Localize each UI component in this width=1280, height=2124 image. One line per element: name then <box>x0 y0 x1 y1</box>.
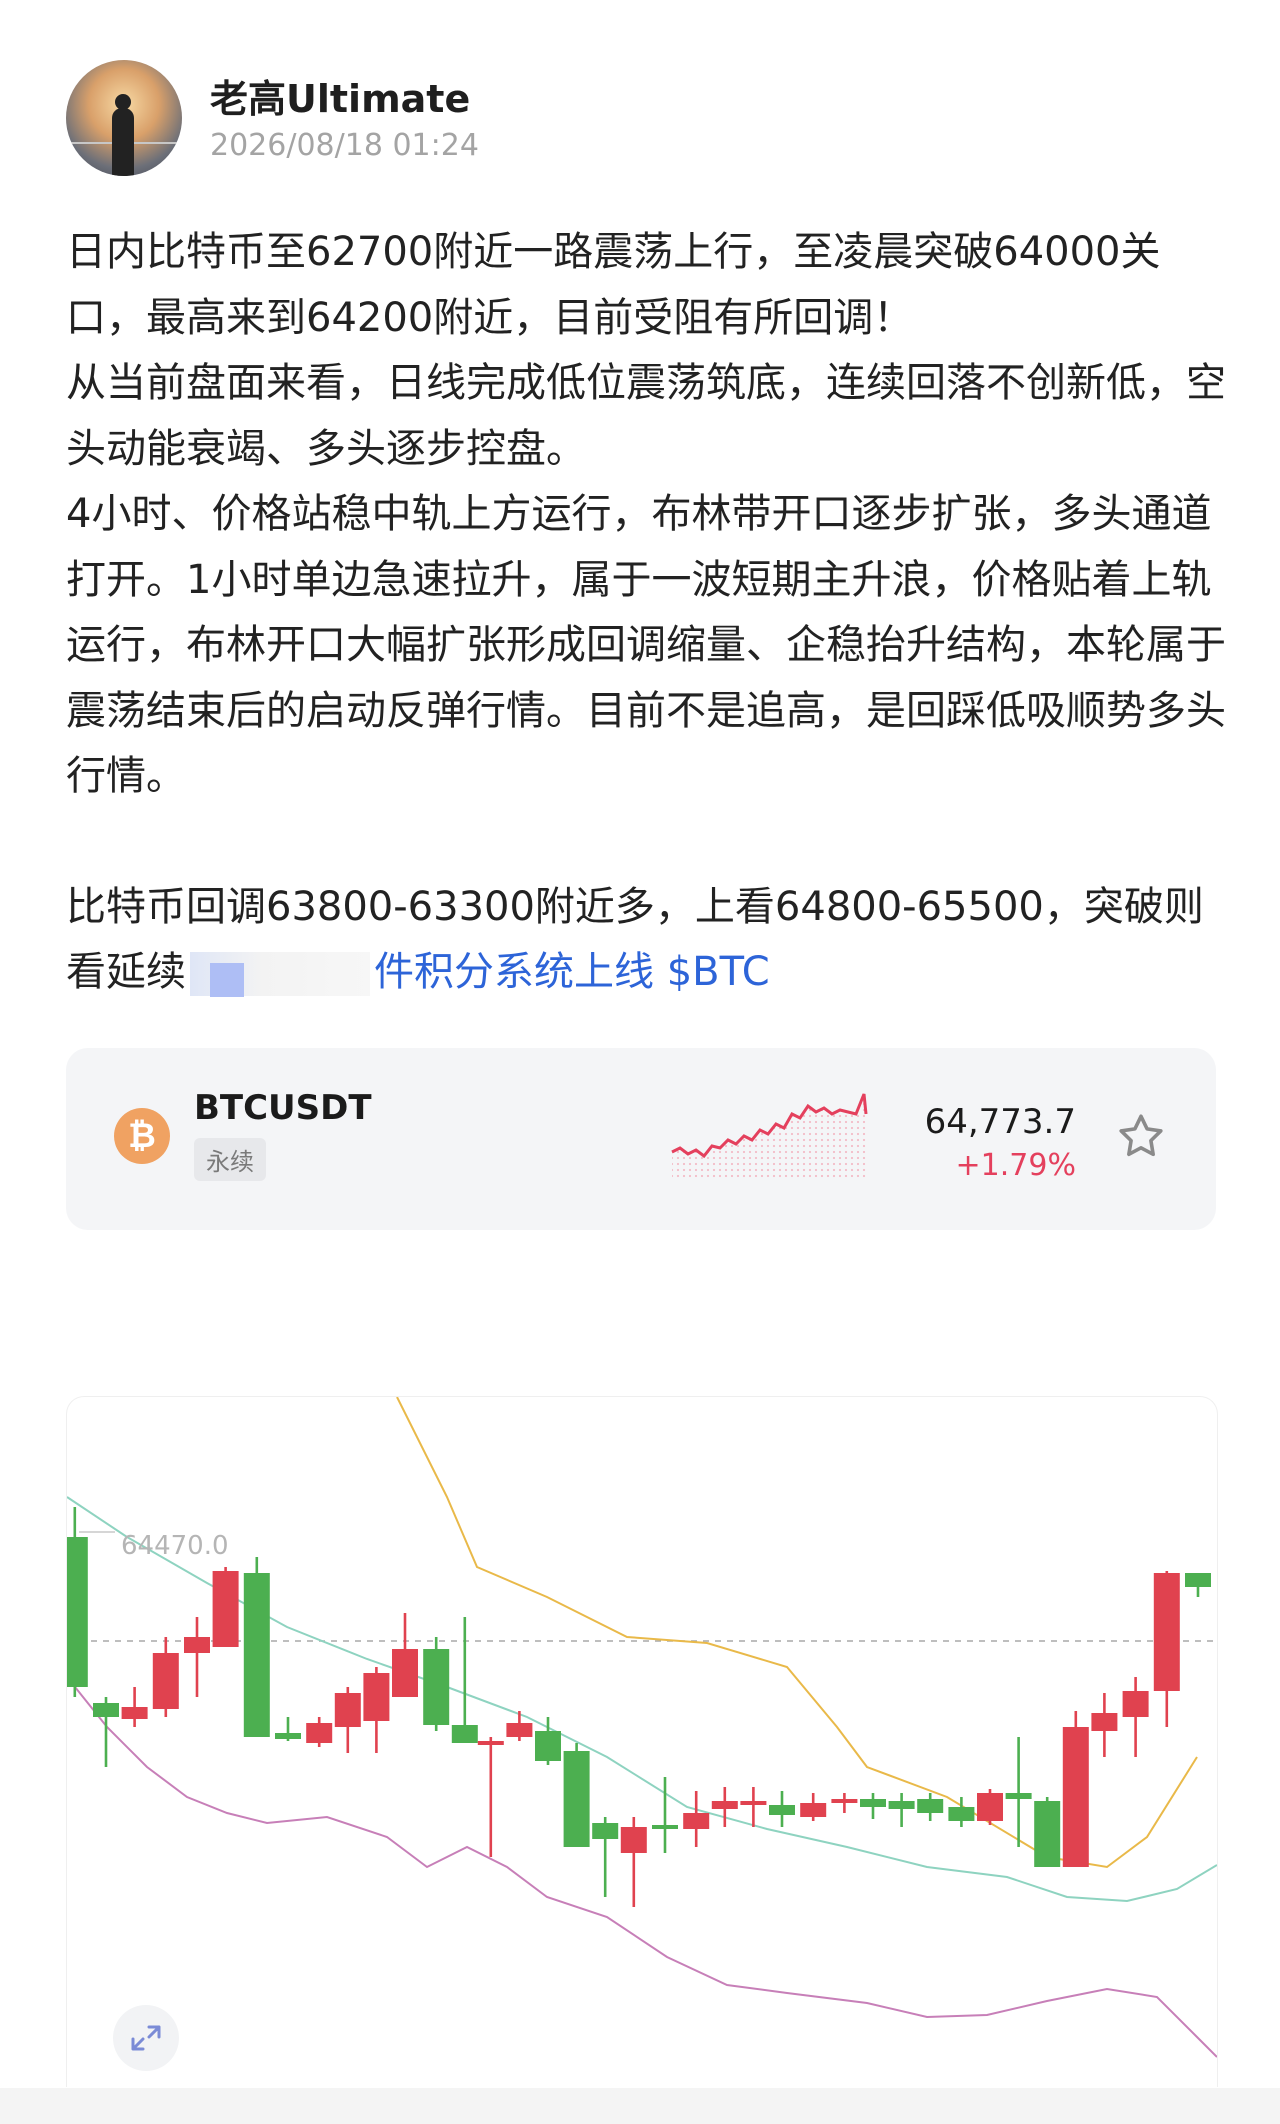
contract-type-badge: 永续 <box>194 1138 266 1181</box>
favorite-star-icon[interactable] <box>1114 1110 1168 1164</box>
candle-body <box>506 1723 533 1737</box>
price-sparkline <box>671 1093 868 1180</box>
candle-body <box>212 1571 239 1647</box>
candle-body <box>423 1649 450 1725</box>
candle-body <box>67 1537 88 1687</box>
candle-body <box>1185 1573 1211 1587</box>
candle-body <box>275 1733 301 1739</box>
candle-body <box>1062 1727 1089 1867</box>
candle-body <box>363 1673 390 1721</box>
candle-body <box>592 1823 619 1839</box>
ticker-price: 64,773.7 <box>924 1102 1076 1142</box>
ticker-change: +1.79% <box>955 1148 1076 1183</box>
post-paragraph: 日内比特币至62700附近一路震荡上行，至凌晨突破64000关口，最高来到642… <box>66 229 1161 341</box>
post-body: 日内比特币至62700附近一路震荡上行，至凌晨突破64000关口，最高来到642… <box>66 220 1226 1006</box>
candle-body <box>152 1653 179 1709</box>
candle-body <box>976 1793 1003 1821</box>
candle-body <box>563 1751 590 1847</box>
author-name[interactable]: 老高Ultimate <box>210 68 470 123</box>
ticker-symbol: BTCUSDT <box>194 1088 372 1128</box>
expand-icon <box>131 2025 161 2051</box>
candle-body <box>683 1813 710 1829</box>
blurred-link-preview <box>190 952 370 997</box>
bitcoin-icon: ₿ <box>114 1108 170 1164</box>
avatar-figure <box>112 94 134 176</box>
post-paragraph: 从当前盘面来看，日线完成低位震荡筑底，连续回落不创新低，空头动能衰竭、多头逐步控… <box>66 360 1226 472</box>
candle-body <box>711 1801 738 1809</box>
chart-canvas <box>67 1397 1217 2058</box>
author-avatar[interactable] <box>66 60 182 176</box>
candle-body <box>306 1723 333 1743</box>
strategy-paragraph: 比特币回调63800-63300附近多，上看64800-65500，突破则看延续… <box>66 875 1226 1006</box>
candle-body <box>1153 1573 1180 1691</box>
bottom-edge <box>0 2088 1280 2124</box>
candle-body <box>740 1801 767 1805</box>
btc-tag-link[interactable]: $BTC <box>667 949 770 995</box>
post-time: 2026/08/18 01:24 <box>210 128 479 163</box>
candle-body <box>620 1827 647 1853</box>
candle-body <box>334 1693 361 1727</box>
candle-body <box>535 1731 561 1761</box>
post-paragraph: 4小时、价格站稳中轨上方运行，布林带开口逐步扩张，多头通道打开。1小时单边急速拉… <box>66 491 1226 799</box>
candle-body <box>243 1573 270 1737</box>
candle-body <box>451 1725 478 1743</box>
candle-body <box>121 1707 148 1719</box>
candle-body <box>1091 1713 1118 1731</box>
candle-body <box>652 1825 678 1829</box>
candle-body <box>860 1799 886 1807</box>
ticker-card[interactable]: ₿ BTCUSDT 永续 64,773.7 +1.79% <box>66 1048 1216 1230</box>
event-link[interactable]: 件积分系统上线 <box>374 949 654 995</box>
candle-body <box>1034 1801 1061 1867</box>
price-level-label: 64470.0 <box>121 1531 229 1561</box>
candle-body <box>93 1703 119 1717</box>
candle-body <box>831 1799 858 1803</box>
candle-body <box>948 1807 975 1821</box>
candle-body <box>1122 1691 1149 1717</box>
candle-body <box>392 1649 418 1697</box>
candle-body <box>888 1801 915 1809</box>
expand-chart-button[interactable] <box>113 2005 179 2071</box>
candlestick-chart[interactable]: 64470.0 <box>66 1396 1218 2087</box>
candle-body <box>477 1741 504 1745</box>
candle-body <box>184 1637 210 1653</box>
candles-group <box>67 1507 1211 1907</box>
candle-body <box>800 1803 827 1817</box>
candle-body <box>917 1799 944 1813</box>
candle-body <box>1005 1793 1032 1799</box>
candle-body <box>769 1805 795 1815</box>
